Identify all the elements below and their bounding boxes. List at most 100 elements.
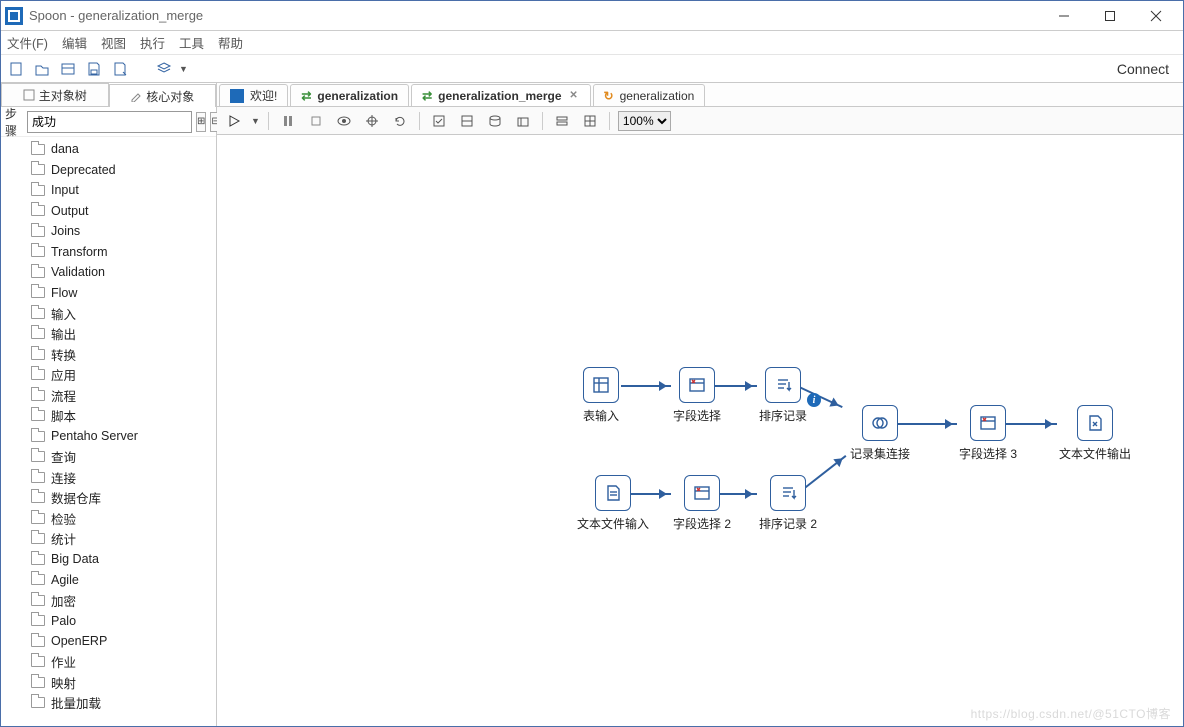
folder-icon <box>31 308 45 319</box>
tree-item[interactable]: 检验 <box>1 508 216 529</box>
editor-tab-generalization[interactable]: ⇄ generalization <box>290 84 409 106</box>
tree-item[interactable]: Big Data <box>1 549 216 570</box>
maximize-button[interactable] <box>1087 2 1133 30</box>
tree-item[interactable]: Flow <box>1 283 216 304</box>
run-button[interactable] <box>223 110 245 132</box>
tree-item[interactable]: 脚本 <box>1 406 216 427</box>
show-results-button[interactable] <box>551 110 573 132</box>
tree-item[interactable]: 查询 <box>1 447 216 468</box>
new-button[interactable] <box>5 58 27 80</box>
title-bar: Spoon - generalization_merge <box>1 1 1183 31</box>
preview-button[interactable] <box>333 110 355 132</box>
minimize-button[interactable] <box>1041 2 1087 30</box>
tree-item[interactable]: 批量加载 <box>1 693 216 714</box>
menu-tools[interactable]: 工具 <box>179 33 204 52</box>
left-tab-core-objects[interactable]: 核心对象 <box>109 84 217 107</box>
tree-item[interactable]: 映射 <box>1 672 216 693</box>
folder-icon <box>31 410 45 421</box>
editor-tab-label: generalization <box>620 89 695 103</box>
tree-item[interactable]: 流程 <box>1 385 216 406</box>
close-tab-icon[interactable]: ✕ <box>568 90 580 102</box>
perspective-dropdown-icon[interactable]: ▼ <box>179 64 188 74</box>
menu-help[interactable]: 帮助 <box>218 33 243 52</box>
tree-item-label: 流程 <box>51 386 76 405</box>
hop[interactable] <box>621 385 671 387</box>
step-n9[interactable]: 文本文件输出 <box>1059 405 1131 462</box>
sql-button[interactable] <box>484 110 506 132</box>
tree-item[interactable]: 应用 <box>1 365 216 386</box>
tree-item[interactable]: Transform <box>1 242 216 263</box>
tree-item[interactable]: 输出 <box>1 324 216 345</box>
step-label: 字段选择 3 <box>959 445 1017 462</box>
menu-view[interactable]: 视图 <box>101 33 126 52</box>
pause-button[interactable] <box>277 110 299 132</box>
tree-item[interactable]: Agile <box>1 570 216 591</box>
filter-input[interactable] <box>27 111 192 133</box>
perspective-button[interactable] <box>153 58 175 80</box>
step-n7[interactable]: 记录集连接 <box>850 405 910 462</box>
tree-item-label: Joins <box>51 224 80 238</box>
tree-item[interactable]: 作业 <box>1 652 216 673</box>
debug-button[interactable] <box>361 110 383 132</box>
step-n3[interactable]: 排序记录 <box>759 367 807 424</box>
steps-tree[interactable]: danaDeprecatedInputOutput Joins TransformV… <box>1 137 216 726</box>
save-as-button[interactable] <box>109 58 131 80</box>
tree-item[interactable]: Output <box>1 201 216 222</box>
editor-tab-welcome[interactable]: 欢迎! <box>219 84 288 106</box>
replay-button[interactable] <box>389 110 411 132</box>
folder-icon <box>31 349 45 360</box>
transformation-icon: ⇄ <box>301 89 311 103</box>
tree-item[interactable]: dana <box>1 139 216 160</box>
tree-item[interactable]: OpenERP <box>1 631 216 652</box>
grid-button[interactable] <box>579 110 601 132</box>
step-label: 字段选择 <box>673 407 721 424</box>
tree-item-label: 输出 <box>51 324 76 343</box>
editor-tab-generalization-job[interactable]: ↻ generalization <box>593 84 706 106</box>
step-n2[interactable]: 字段选择 <box>673 367 721 424</box>
pentaho-icon <box>230 89 244 103</box>
step-n1[interactable]: 表输入 <box>583 367 619 424</box>
step-icon <box>684 475 720 511</box>
close-button[interactable] <box>1133 2 1179 30</box>
check-button[interactable] <box>428 110 450 132</box>
editor-tab-generalization-merge[interactable]: ⇄ generalization_merge ✕ <box>411 84 590 106</box>
tree-item[interactable]: 加密 <box>1 590 216 611</box>
open-button[interactable] <box>31 58 53 80</box>
menu-file[interactable]: 文件(F) <box>7 33 48 52</box>
tree-item-label: 批量加载 <box>51 693 101 712</box>
left-tab-main-tree[interactable]: 主对象树 <box>1 83 109 106</box>
step-n8[interactable]: 字段选择 3 <box>959 405 1017 462</box>
tree-item[interactable]: 输入 <box>1 303 216 324</box>
expand-tree-button[interactable]: ⊞ <box>196 112 206 132</box>
tree-item[interactable]: 数据仓库 <box>1 488 216 509</box>
explore-db-button[interactable] <box>512 110 534 132</box>
tree-item[interactable]: 连接 <box>1 467 216 488</box>
step-label: 排序记录 2 <box>759 515 817 532</box>
step-n4[interactable]: 文本文件输入 <box>577 475 649 532</box>
tree-item[interactable]: Joins <box>1 221 216 242</box>
stop-button[interactable] <box>305 110 327 132</box>
menu-run[interactable]: 执行 <box>140 33 165 52</box>
run-dropdown-icon[interactable]: ▼ <box>251 116 260 126</box>
step-label: 字段选择 2 <box>673 515 731 532</box>
canvas[interactable]: i 表输入字段选择排序记录文本文件输入字段选择 2排序记录 2记录集连接字段选择… <box>217 135 1183 726</box>
tree-item[interactable]: 转换 <box>1 344 216 365</box>
impact-button[interactable] <box>456 110 478 132</box>
left-tab-label: 核心对象 <box>146 88 194 105</box>
step-n6[interactable]: 排序记录 2 <box>759 475 817 532</box>
tree-icon <box>23 89 35 101</box>
explore-button[interactable] <box>57 58 79 80</box>
tree-item[interactable]: Input <box>1 180 216 201</box>
tree-item[interactable]: Validation <box>1 262 216 283</box>
tree-item[interactable]: Deprecated <box>1 160 216 181</box>
zoom-select[interactable]: 100% <box>618 111 671 131</box>
connect-button[interactable]: Connect <box>1117 61 1179 77</box>
step-n5[interactable]: 字段选择 2 <box>673 475 731 532</box>
tree-item[interactable]: 统计 <box>1 529 216 550</box>
tree-item-label: Flow <box>51 286 77 300</box>
folder-icon <box>31 451 45 462</box>
menu-edit[interactable]: 编辑 <box>62 33 87 52</box>
tree-item[interactable]: Palo <box>1 611 216 632</box>
save-button[interactable] <box>83 58 105 80</box>
tree-item[interactable]: Pentaho Server <box>1 426 216 447</box>
